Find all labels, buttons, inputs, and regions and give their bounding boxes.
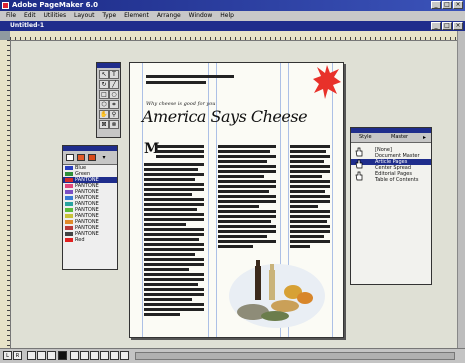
zoom-icon[interactable]: ⚲ xyxy=(109,110,119,119)
current-page-icon[interactable] xyxy=(58,351,67,360)
palette-tabs: Style Master ▸ xyxy=(351,133,431,143)
hand-pointer-icon xyxy=(355,147,363,157)
document-title-bar: Untitled-1 _ □ × xyxy=(0,21,465,31)
text-column-1[interactable] xyxy=(144,163,204,318)
vertical-ruler[interactable] xyxy=(0,40,11,348)
menu-file[interactable]: File xyxy=(6,12,16,19)
toolbox-palette[interactable]: ↖ T ↻ ╱ □ ○ ⬡ ⌗ ✋ ⚲ ⊠ ⊗ xyxy=(96,62,121,138)
menu-edit[interactable]: Edit xyxy=(24,12,36,19)
polygon-icon[interactable]: ⬡ xyxy=(99,100,109,109)
masthead-rule xyxy=(146,75,234,78)
menu-arrange[interactable]: Arrange xyxy=(157,12,181,19)
page-icon[interactable] xyxy=(120,351,129,360)
menu-utilities[interactable]: Utilities xyxy=(44,12,67,19)
ellipse-icon[interactable]: ○ xyxy=(109,90,119,99)
column-guide xyxy=(332,63,333,337)
hand-pointer-icon xyxy=(355,171,363,181)
stroke-swatch-icon[interactable] xyxy=(66,154,74,161)
hand-pointer-icon xyxy=(355,159,363,169)
toolbox-title-bar[interactable] xyxy=(97,63,120,68)
rectangle-icon[interactable]: □ xyxy=(99,90,109,99)
tab-master[interactable]: Master xyxy=(391,133,408,142)
colors-palette[interactable]: ▾ Blue Green PANTONE PANTONE PANTONE PAN… xyxy=(62,145,118,270)
text-column-3[interactable] xyxy=(290,145,330,250)
page-icon[interactable] xyxy=(80,351,89,360)
master-pages-palette[interactable]: Style Master ▸ [None] Document Master Ar… xyxy=(350,127,432,285)
page-icons-bar: L R xyxy=(0,348,465,363)
menu-type[interactable]: Type xyxy=(102,12,116,19)
page-icon[interactable] xyxy=(110,351,119,360)
palette-menu-arrow-icon[interactable]: ▸ xyxy=(423,133,426,142)
document-window-controls: _ □ × xyxy=(431,22,463,30)
starburst-graphic[interactable] xyxy=(313,65,341,99)
vertical-scrollbar[interactable] xyxy=(457,31,465,348)
frame-icon[interactable]: ⊠ xyxy=(99,120,109,129)
text-column-2[interactable] xyxy=(218,145,276,250)
article-headline[interactable]: America Says Cheese xyxy=(142,107,308,126)
page-icon[interactable] xyxy=(37,351,46,360)
page-icon[interactable] xyxy=(47,351,56,360)
doc-close-button[interactable]: × xyxy=(453,22,463,30)
maximize-button[interactable]: □ xyxy=(442,1,452,9)
ellipse-frame-icon[interactable]: ⊗ xyxy=(109,120,119,129)
horizontal-scrollbar[interactable] xyxy=(135,352,455,360)
document-page[interactable]: Why cheese is good for you America Says … xyxy=(129,62,344,338)
app-title: Adobe PageMaker 6.0 xyxy=(12,1,99,9)
page-icon[interactable] xyxy=(70,351,79,360)
master-page-icon[interactable]: R xyxy=(13,351,22,360)
tab-style[interactable]: Style xyxy=(359,133,372,142)
fill-swatch-icon[interactable] xyxy=(77,154,85,161)
doc-maximize-button[interactable]: □ xyxy=(442,22,452,30)
pointer-icon[interactable]: ↖ xyxy=(99,70,109,79)
close-button[interactable]: × xyxy=(453,1,463,9)
tint-icon[interactable]: ▾ xyxy=(100,154,108,161)
both-swatch-icon[interactable] xyxy=(88,154,96,161)
page-icon[interactable] xyxy=(100,351,109,360)
colors-palette-toolbar: ▾ xyxy=(63,151,117,165)
menu-layout[interactable]: Layout xyxy=(74,12,94,19)
menu-element[interactable]: Element xyxy=(124,12,149,19)
doc-minimize-button[interactable]: _ xyxy=(431,22,441,30)
menu-bar: File Edit Utilities Layout Type Element … xyxy=(0,11,465,21)
page-icon[interactable] xyxy=(90,351,99,360)
column-guide xyxy=(142,63,143,337)
column-guide xyxy=(216,63,217,337)
text-column-1a[interactable] xyxy=(156,145,204,160)
window-controls: _ □ × xyxy=(431,1,463,9)
food-photo[interactable] xyxy=(225,258,325,328)
line-icon[interactable]: ╱ xyxy=(109,80,119,89)
minimize-button[interactable]: _ xyxy=(431,1,441,9)
masthead-rule xyxy=(146,81,206,84)
hand-icon[interactable]: ✋ xyxy=(99,110,109,119)
menu-window[interactable]: Window xyxy=(189,12,213,19)
page-icon[interactable] xyxy=(27,351,36,360)
app-icon[interactable] xyxy=(2,2,9,9)
app-title-bar: Adobe PageMaker 6.0 _ □ × xyxy=(0,0,465,11)
crop-icon[interactable]: ⌗ xyxy=(109,100,119,109)
master-page-icon[interactable]: L xyxy=(3,351,12,360)
color-item-red[interactable]: Red xyxy=(63,237,117,243)
horizontal-ruler[interactable] xyxy=(10,31,460,41)
menu-help[interactable]: Help xyxy=(220,12,234,19)
document-title: Untitled-1 xyxy=(10,22,45,29)
text-icon[interactable]: T xyxy=(109,70,119,79)
rotate-icon[interactable]: ↻ xyxy=(99,80,109,89)
